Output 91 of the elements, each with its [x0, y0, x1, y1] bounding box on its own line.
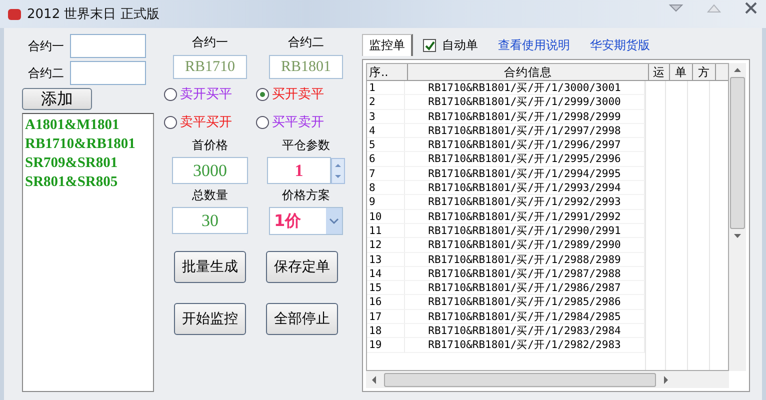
table-cell: 5 — [367, 138, 405, 152]
table-cell: RB1710&RB1801/买/开/1/2992/2993 — [405, 195, 645, 210]
list-item[interactable]: A1801&M1801 — [25, 116, 151, 135]
contract-field[interactable]: RB1801 — [269, 55, 343, 79]
table-cell: 1 — [367, 81, 405, 96]
link[interactable]: 查看使用说明 — [498, 36, 570, 54]
table-cell: 15 — [367, 281, 405, 296]
checkbox[interactable] — [423, 38, 436, 52]
scroll-right-icon[interactable] — [662, 374, 670, 384]
horizontal-scrollbar[interactable] — [366, 371, 729, 388]
contract-field[interactable]: RB1710 — [173, 55, 247, 79]
checkbox-label[interactable]: 自动单 — [442, 36, 478, 54]
radio-label[interactable]: 买开卖平 — [272, 85, 324, 103]
table-cell: 12 — [367, 238, 405, 253]
table-cell: RB1710&RB1801/买/开/1/3000/3001 — [405, 81, 645, 96]
action-button[interactable]: 开始监控 — [174, 303, 246, 335]
table-cell: 17 — [367, 310, 405, 324]
field-label: 价格方案 — [282, 187, 330, 204]
table-cell: 14 — [367, 266, 405, 282]
input-field[interactable] — [70, 34, 146, 58]
input-field[interactable] — [70, 61, 146, 85]
action-button[interactable]: 保存定单 — [266, 251, 338, 283]
field-label: 平仓参数 — [282, 137, 330, 154]
table-cell: RB1710&RB1801/买/开/1/2995/2996 — [405, 152, 645, 167]
column-label: 合约一 — [192, 34, 228, 51]
spin-field[interactable]: 1 — [267, 157, 331, 184]
column-header[interactable]: 方 — [693, 64, 716, 80]
radio-button[interactable] — [164, 116, 177, 128]
table-cell: RB1710&RB1801/买/开/1/2985/2986 — [405, 295, 645, 310]
table-cell: RB1710&RB1801/买/开/1/2996/2997 — [405, 138, 645, 152]
table-cell: 11 — [367, 224, 405, 238]
spinner-icon[interactable] — [331, 158, 345, 184]
table-cell: 16 — [367, 295, 405, 310]
table-cell: RB1710&RB1801/买/开/1/2983/2984 — [405, 324, 645, 338]
vertical-scrollbar[interactable] — [729, 63, 746, 371]
radio-button[interactable] — [256, 88, 269, 100]
price-field[interactable]: 3000 — [172, 157, 248, 184]
radio-label[interactable]: 卖开买平 — [180, 85, 232, 103]
tab[interactable]: 监控单 — [362, 34, 413, 56]
table-cell: 3 — [367, 110, 405, 124]
table-cell: RB1710&RB1801/买/开/1/2988/2989 — [405, 252, 645, 267]
column-header[interactable]: 运 — [649, 64, 670, 80]
table-cell: RB1710&RB1801/买/开/1/2991/2992 — [405, 210, 645, 224]
table-cell: 10 — [367, 210, 405, 224]
radio-label[interactable]: 买平卖开 — [272, 113, 324, 131]
add-button[interactable]: 添加 — [22, 88, 92, 110]
field-label: 首价格 — [192, 137, 228, 154]
scroll-left-icon[interactable] — [370, 374, 378, 384]
column-header[interactable]: 合约信息 — [408, 64, 649, 80]
table-cell: 7 — [367, 166, 405, 182]
field-label: 合约二 — [27, 64, 64, 82]
table-cell: RB1710&RB1801/买/开/1/2989/2990 — [405, 238, 645, 253]
table-cell: RB1710&RB1801/买/开/1/2994/2995 — [405, 166, 645, 182]
column-header[interactable]: 序.. — [367, 64, 408, 80]
price-dropdown[interactable]: 1价 — [269, 207, 343, 235]
list-item[interactable]: SR801&SR805 — [25, 173, 151, 192]
radio-button[interactable] — [256, 116, 269, 128]
field-label: 合约一 — [27, 38, 64, 54]
table-cell: 4 — [367, 124, 405, 138]
dropdown-icon — [326, 208, 342, 234]
column-label: 合约二 — [288, 34, 324, 51]
table-cell: RB1710&RB1801/买/开/1/2998/2999 — [405, 110, 645, 124]
table-cell: RB1710&RB1801/买/开/1/2990/2991 — [405, 224, 645, 238]
column-header[interactable]: 单 — [670, 64, 693, 80]
action-button[interactable]: 全部停止 — [266, 303, 338, 335]
radio-label[interactable]: 卖平买开 — [180, 113, 232, 131]
minimize-icon[interactable] — [668, 2, 684, 14]
quantity-field[interactable]: 30 — [172, 207, 248, 234]
radio-button[interactable] — [164, 88, 177, 100]
table-cell: 9 — [367, 195, 405, 210]
table-cell: RB1710&RB1801/买/开/1/2999/3000 — [405, 95, 645, 110]
table-cell: 18 — [367, 324, 405, 338]
table-cell: 8 — [367, 181, 405, 196]
table-cell: RB1710&RB1801/买/开/1/2987/2988 — [405, 266, 645, 282]
table-cell: RB1710&RB1801/买/开/1/2993/2994 — [405, 181, 645, 196]
table-cell: RB1710&RB1801/买/开/1/2997/2998 — [405, 124, 645, 138]
list-item[interactable]: RB1710&RB1801 — [25, 135, 151, 154]
app-icon — [8, 8, 21, 20]
link[interactable]: 华安期货版 — [590, 36, 650, 54]
table-cell: RB1710&RB1801/买/开/1/2986/2987 — [405, 281, 645, 296]
list-item[interactable]: SR709&SR801 — [25, 154, 151, 173]
window-title: 2012 世界末日 正式版 — [27, 6, 160, 23]
table-cell: RB1710&RB1801/买/开/1/2984/2985 — [405, 310, 645, 324]
table-cell: 13 — [367, 252, 405, 267]
field-label: 总数量 — [192, 187, 228, 204]
table-cell: 6 — [367, 152, 405, 167]
table-cell: 19 — [367, 338, 405, 353]
table-cell: RB1710&RB1801/买/开/1/2982/2983 — [405, 338, 645, 353]
action-button[interactable]: 批量生成 — [174, 251, 246, 283]
close-icon[interactable] — [744, 2, 758, 14]
table-cell: 2 — [367, 95, 405, 110]
